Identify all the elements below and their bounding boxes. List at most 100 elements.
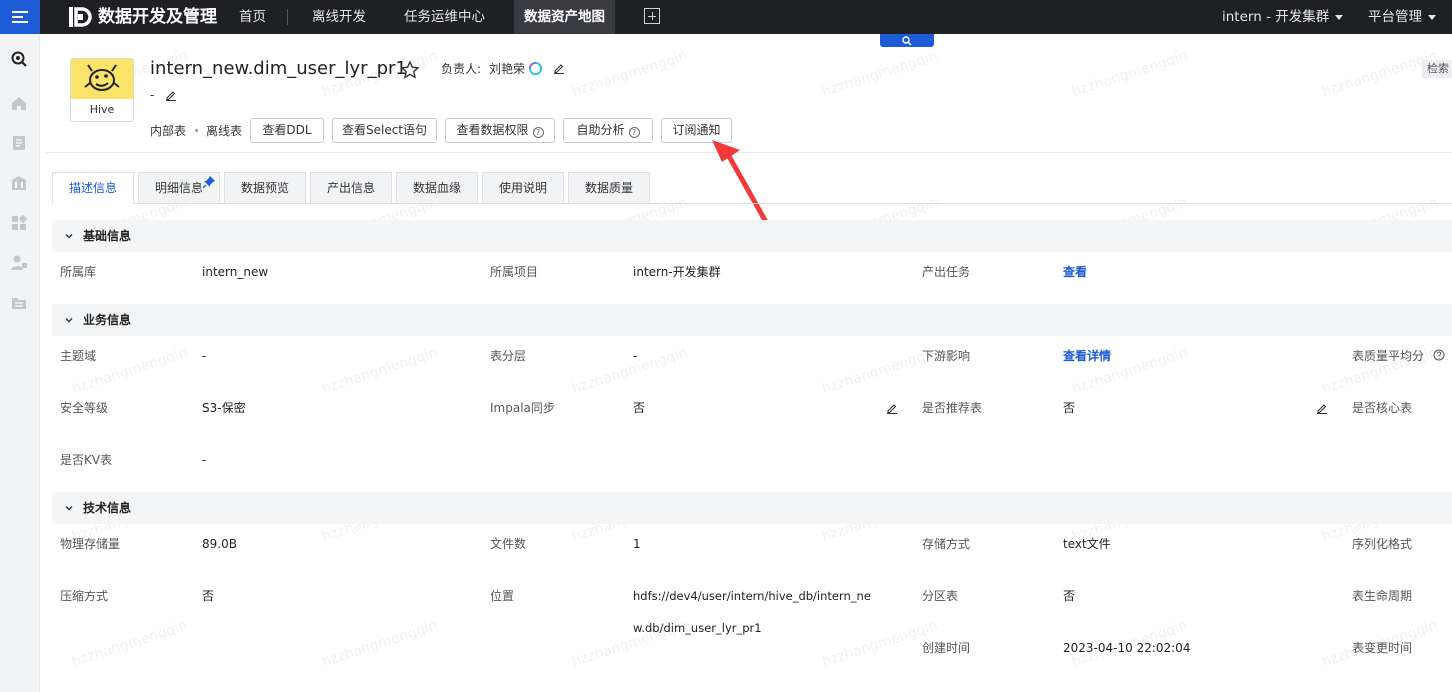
left-sidebar [0, 34, 40, 692]
field-value-layer: - [633, 349, 638, 363]
hive-logo-icon [84, 64, 120, 91]
nav-data-asset-map[interactable]: 数据资产地图 [514, 0, 615, 34]
building-icon[interactable] [10, 174, 28, 192]
section-title: 基础信息 [83, 229, 132, 243]
platform-label: 平台管理 [1368, 9, 1422, 25]
edit-description-icon[interactable] [165, 89, 177, 101]
field-value-file-count: 1 [633, 537, 641, 551]
nav-home[interactable]: 首页 [239, 0, 266, 34]
pin-icon [202, 176, 215, 189]
favorite-star-icon[interactable] [400, 60, 420, 80]
nav-ops-center[interactable]: 任务运维中心 [404, 0, 485, 34]
edit-owner-icon[interactable] [553, 62, 565, 74]
user-icon[interactable] [10, 254, 28, 272]
platform-menu[interactable]: 平台管理 [1368, 0, 1436, 34]
field-label-storage-size: 物理存储量 [60, 537, 121, 551]
table-name-title: intern_new.dim_user_lyr_pr1 [150, 58, 407, 79]
field-label-project: 所属项目 [490, 265, 539, 279]
top-navbar: 数据开发及管理 首页 离线开发 任务运维中心 数据资产地图 intern - 开… [0, 0, 1452, 34]
field-value-project: intern-开发集群 [633, 265, 721, 279]
field-value-storage-mode: text文件 [1063, 537, 1111, 551]
chevron-down-icon [1428, 14, 1436, 20]
owner-label: 负责人: [441, 62, 482, 76]
side-search-tab[interactable]: 检索 [1422, 60, 1452, 78]
app-brand: 数据开发及管理 [98, 7, 217, 27]
field-label-location: 位置 [490, 589, 515, 603]
field-label-storage-mode: 存储方式 [922, 537, 971, 551]
help-icon[interactable] [1433, 349, 1445, 361]
nav-divider [287, 9, 288, 25]
field-value-impala: 否 [633, 401, 646, 415]
menu-icon [12, 11, 28, 23]
field-label-output-task: 产出任务 [922, 265, 971, 279]
field-value-storage-size: 89.0B [202, 537, 237, 551]
field-label-downstream: 下游影响 [922, 349, 971, 363]
view-downstream-link[interactable]: 查看详情 [1063, 348, 1111, 364]
edit-impala-icon[interactable] [886, 402, 898, 414]
help-icon: ? [628, 127, 640, 138]
field-label-core: 是否核心表 [1352, 401, 1413, 415]
section-business-info[interactable]: 业务信息 [52, 304, 1452, 336]
field-value-domain: - [202, 349, 207, 363]
self-analysis-button[interactable]: 自助分析? [563, 118, 653, 143]
watermark: hzzhangmengqin [320, 344, 440, 398]
cluster-selector[interactable]: intern - 开发集群 [1222, 0, 1344, 34]
owner-name: 刘艳荣 [489, 62, 526, 76]
menu-toggle-button[interactable] [0, 0, 40, 34]
section-title: 技术信息 [83, 501, 132, 515]
section-tech-info[interactable]: 技术信息 [52, 492, 1452, 524]
field-label-recommend: 是否推荐表 [922, 401, 983, 415]
section-basic-info[interactable]: 基础信息 [52, 220, 1452, 252]
cluster-name: intern - 开发集群 [1222, 9, 1330, 25]
field-label-domain: 主题域 [60, 349, 97, 363]
watermark: hzzhangmengqin [570, 344, 690, 398]
view-output-task-link[interactable]: 查看 [1063, 264, 1087, 280]
chevron-down-icon [65, 506, 73, 511]
hive-label: Hive [89, 103, 115, 116]
chevron-down-icon [65, 234, 73, 239]
edit-recommend-icon[interactable] [1316, 402, 1328, 414]
view-select-button[interactable]: 查看Select语句 [332, 118, 437, 143]
field-label-compress: 压缩方式 [60, 589, 109, 603]
field-value-compress: 否 [202, 589, 215, 603]
asset-search-icon[interactable] [10, 50, 28, 68]
hive-type-badge: Hive [70, 58, 134, 122]
document-icon[interactable] [10, 134, 28, 152]
tab-output-info[interactable]: 产出信息 [310, 172, 392, 204]
chevron-down-icon [1335, 14, 1344, 20]
table-description: - [150, 88, 155, 102]
search-icon [902, 35, 912, 45]
global-search-button[interactable] [880, 34, 934, 47]
view-permission-button[interactable]: 查看数据权限? [445, 118, 555, 143]
tab-usage-notes[interactable]: 使用说明 [482, 172, 564, 204]
tag-internal-table: 内部表 [150, 124, 187, 138]
watermark: hzzhangmengqin [70, 617, 190, 671]
annotation-arrow-icon [712, 140, 769, 225]
tab-description[interactable]: 描述信息 [52, 172, 134, 204]
tab-data-preview[interactable]: 数据预览 [224, 172, 306, 204]
nav-offline-dev[interactable]: 离线开发 [312, 0, 366, 34]
home-icon[interactable] [10, 94, 28, 112]
watermark: hzzhangmengqin [570, 47, 690, 101]
field-label-partition: 分区表 [922, 589, 959, 603]
help-icon: ? [532, 127, 544, 138]
add-tab-icon[interactable] [644, 8, 660, 24]
folder-icon[interactable] [10, 294, 28, 312]
field-value-create-time: 2023-04-10 22:02:04 [1063, 641, 1191, 655]
field-label-db: 所属库 [60, 265, 97, 279]
field-label-security: 安全等级 [60, 401, 109, 415]
tab-data-lineage[interactable]: 数据血缘 [396, 172, 478, 204]
field-label-create-time: 创建时间 [922, 641, 971, 655]
loading-spinner-icon [528, 61, 543, 76]
grid-apps-icon[interactable] [10, 214, 28, 232]
field-value-db: intern_new [202, 265, 269, 279]
field-label-lifecycle: 表生命周期 [1352, 589, 1413, 603]
tab-data-quality[interactable]: 数据质量 [568, 172, 650, 204]
chevron-down-icon [65, 318, 73, 323]
field-label-impala: Impala同步 [490, 401, 555, 415]
field-value-location-line2: w.db/dim_user_lyr_pr1 [633, 621, 762, 635]
field-label-layer: 表分层 [490, 349, 527, 363]
field-label-serde: 序列化格式 [1352, 537, 1413, 551]
view-ddl-button[interactable]: 查看DDL [250, 118, 324, 143]
field-label-kv: 是否KV表 [60, 453, 113, 467]
